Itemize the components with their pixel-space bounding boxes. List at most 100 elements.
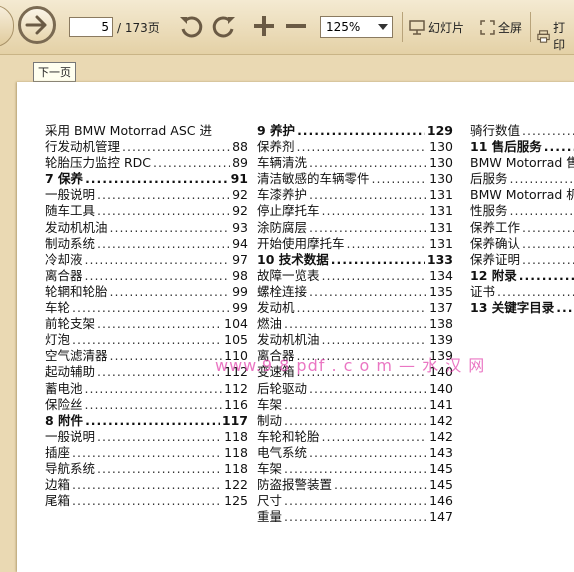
zoom-in-icon[interactable] [251, 13, 277, 39]
toc-entry[interactable]: 车轮 99 [45, 300, 248, 316]
toc-leader-dots [153, 155, 230, 171]
toc-entry[interactable]: 涂防腐层 131 [257, 220, 453, 236]
toc-leader-dots [72, 300, 230, 316]
toc-leader-dots [97, 364, 222, 380]
toc-entry[interactable]: 证书 [470, 284, 574, 300]
toc-entry-page: 125 [224, 493, 248, 509]
toc-entry[interactable]: 电气系统 143 [257, 445, 453, 461]
toc-entry[interactable]: 保险丝 116 [45, 397, 248, 413]
toc-entry[interactable]: 冷却液 97 [45, 252, 248, 268]
toc-entry[interactable]: 性服务 [470, 203, 574, 219]
page-total-label: / 173页 [117, 21, 160, 35]
toc-chapter-entry[interactable]: 10 技术数据 133 [257, 252, 453, 268]
toc-entry-page: 97 [232, 251, 248, 267]
toc-entry[interactable]: 保养工作 [470, 220, 574, 236]
toc-entry[interactable]: 车架 141 [257, 397, 453, 413]
toc-entry[interactable]: 灯泡 105 [45, 332, 248, 348]
toc-entry[interactable]: 行发动机管理 88 [45, 139, 248, 155]
toc-entry[interactable]: 发动机机油 93 [45, 220, 248, 236]
toc-entry[interactable]: 车辆清洗 130 [257, 155, 453, 171]
fullscreen-button[interactable]: 全屏 [480, 19, 522, 36]
toc-entry[interactable]: 前轮支架 104 [45, 316, 248, 332]
toc-entry[interactable]: 尺寸 146 [257, 493, 453, 509]
toc-entry-title: BMW Motorrad 售 [470, 155, 574, 171]
toc-entry[interactable]: 燃油 138 [257, 316, 453, 332]
toc-chapter-entry[interactable]: 12 附录 [470, 268, 574, 284]
toc-entry[interactable]: 后服务 [470, 171, 574, 187]
toc-chapter-entry[interactable]: 13 关键字目录 [470, 300, 574, 316]
toc-entry[interactable]: 保养确认 [470, 236, 574, 252]
toc-entry[interactable]: 螺栓连接 135 [257, 284, 453, 300]
toc-chapter-entry[interactable]: 9 养护 129 [257, 123, 453, 139]
print-button[interactable]: 打印 [537, 19, 574, 53]
toc-entry-title: 性服务 [470, 203, 508, 219]
toc-entry[interactable]: BMW Motorrad 售 [470, 155, 574, 171]
toc-entry[interactable]: 车架 145 [257, 461, 453, 477]
slideshow-button[interactable]: 幻灯片 [409, 19, 464, 36]
toc-entry[interactable]: 开始使用摩托车 131 [257, 236, 453, 252]
toc-chapter-entry[interactable]: 8 附件 117 [45, 413, 248, 429]
toc-entry[interactable]: 离合器 98 [45, 268, 248, 284]
page-number-input[interactable]: 5 [69, 17, 113, 37]
toc-entry-title: 涂防腐层 [257, 219, 308, 235]
toc-entry[interactable]: 保养剂 130 [257, 139, 453, 155]
toc-entry-title: 空气滤清器 [45, 348, 108, 364]
toc-entry[interactable]: 一般说明 92 [45, 187, 248, 203]
toc-entry-title: 13 关键字目录 [470, 300, 555, 316]
toc-entry[interactable]: 轮辋和轮胎 99 [45, 284, 248, 300]
toc-leader-dots [85, 381, 223, 397]
previous-page-button[interactable] [0, 5, 14, 47]
toc-entry-title: 7 保养 [45, 171, 84, 187]
toc-entry[interactable]: 停止摩托车 131 [257, 203, 453, 219]
toc-entry[interactable]: 清洁敏感的车辆零件 130 [257, 171, 453, 187]
toc-entry[interactable]: 制动 142 [257, 413, 453, 429]
toc-entry-title: 证书 [470, 283, 496, 299]
toc-entry[interactable]: 保养证明 [470, 252, 574, 268]
toc-entry[interactable]: 制动系统 94 [45, 236, 248, 252]
toc-chapter-entry[interactable]: 7 保养 91 [45, 171, 248, 187]
toc-entry-page: 131 [429, 203, 453, 219]
toc-entry-title: 骑行数值 [470, 123, 521, 138]
zoom-level-select[interactable]: 125% [320, 16, 393, 38]
toc-entry[interactable]: 车轮和轮胎 142 [257, 429, 453, 445]
toc-entry-page: 130 [429, 139, 453, 155]
rotate-right-icon[interactable] [211, 13, 237, 39]
next-page-tooltip: 下一页 [33, 62, 76, 82]
toc-entry-title: 车架 [257, 460, 283, 476]
toc-leader-dots [85, 252, 231, 268]
toc-entry-page: 147 [429, 509, 453, 525]
toc-entry[interactable]: 导航系统 118 [45, 461, 248, 477]
pdf-toolbar: 5 / 173页 125% 幻灯片 全屏 打印 [0, 0, 574, 55]
next-page-button[interactable] [18, 6, 56, 44]
toc-entry[interactable]: 蓄电池 112 [45, 381, 248, 397]
toc-entry[interactable]: 后轮驱动 140 [257, 381, 453, 397]
toc-entry[interactable]: 采用 BMW Motorrad ASC 进 [45, 123, 248, 139]
toc-entry[interactable]: 发动机 137 [257, 300, 453, 316]
toc-entry[interactable]: 边箱 122 [45, 477, 248, 493]
toc-entry[interactable]: 骑行数值 [470, 123, 574, 139]
toc-entry[interactable]: 车漆养护 131 [257, 187, 453, 203]
toc-entry-title: 保养剂 [257, 139, 295, 155]
toc-leader-dots [556, 300, 574, 316]
toc-entry[interactable]: 尾箱 125 [45, 493, 248, 509]
toc-entry[interactable]: 轮胎压力监控 RDC 89 [45, 155, 248, 171]
toc-entry-page: 104 [224, 316, 248, 332]
toc-entry[interactable]: BMW Motorrad 机 [470, 187, 574, 203]
toc-entry-page: 118 [224, 460, 248, 476]
toc-leader-dots [309, 187, 427, 203]
rotate-left-icon[interactable] [178, 13, 204, 39]
toc-entry-title: 一般说明 [45, 187, 96, 203]
toc-entry[interactable]: 随车工具 92 [45, 203, 248, 219]
toc-entry-title: 保养证明 [470, 251, 521, 267]
toc-entry[interactable]: 重量 147 [257, 509, 453, 525]
toc-chapter-entry[interactable]: 11 售后服务 [470, 139, 574, 155]
toc-entry[interactable]: 一般说明 118 [45, 429, 248, 445]
toc-entry[interactable]: 发动机机油 139 [257, 332, 453, 348]
toc-entry-title: BMW Motorrad 机 [470, 187, 574, 203]
toc-entry[interactable]: 防盗报警装置 145 [257, 477, 453, 493]
toc-entry[interactable]: 故障一览表 134 [257, 268, 453, 284]
toolbar-divider [402, 12, 403, 42]
toc-entry[interactable]: 插座 118 [45, 445, 248, 461]
zoom-out-icon[interactable] [283, 13, 309, 39]
toc-entry-title: 故障一览表 [257, 267, 320, 283]
